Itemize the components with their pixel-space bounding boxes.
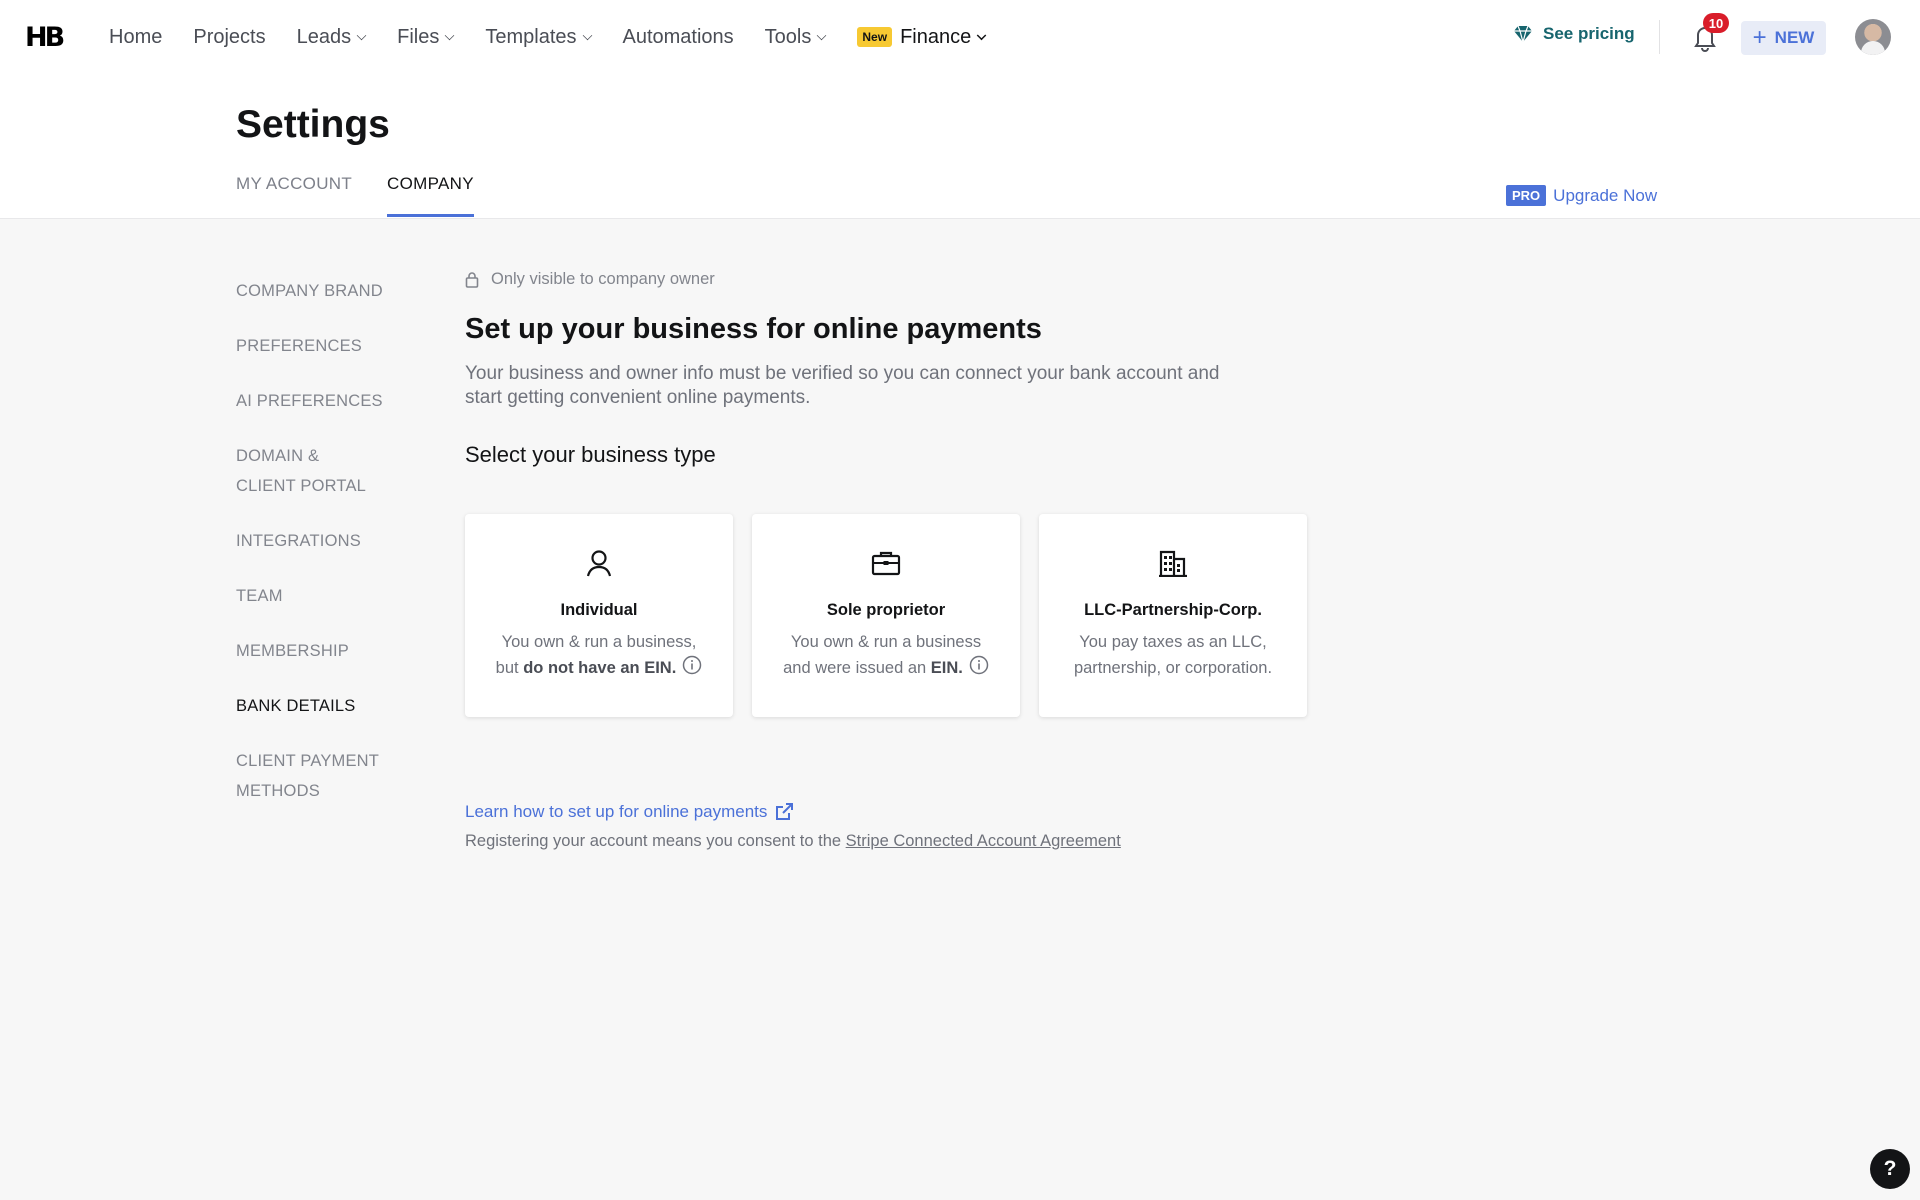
nav-templates[interactable]: Templates: [485, 26, 592, 49]
tab-company[interactable]: COMPANY: [387, 174, 474, 217]
sidebar-item-preferences[interactable]: PREFERENCES: [236, 331, 406, 361]
notification-count-badge: 10: [1703, 13, 1729, 33]
divider: [1659, 20, 1660, 54]
pro-badge: PRO: [1506, 185, 1547, 206]
upgrade-now-link[interactable]: PRO Upgrade Now: [1506, 185, 1657, 206]
sidebar-item-integrations[interactable]: INTEGRATIONS: [236, 526, 406, 556]
section-description: Your business and owner info must be ver…: [465, 363, 1220, 408]
diamond-icon: [1514, 25, 1532, 43]
sidebar-item-team[interactable]: TEAM: [236, 581, 406, 611]
business-type-options: Individual You own & run a business, but…: [465, 514, 1365, 717]
business-type-card-llc-partnership-corp[interactable]: LLC-Partnership-Corp. You pay taxes as a…: [1039, 514, 1307, 717]
section-heading: Set up your business for online payments: [465, 313, 1042, 345]
chevron-down-icon: [582, 30, 592, 40]
nav-leads[interactable]: Leads: [297, 26, 367, 49]
chevron-down-icon: [817, 30, 827, 40]
settings-header: Settings MY ACCOUNT COMPANY PRO Upgrade …: [0, 74, 1920, 219]
settings-sidebar: COMPANY BRAND PREFERENCES AI PREFERENCES…: [236, 276, 406, 831]
building-icon: [1158, 548, 1188, 578]
consent-text: Registering your account means you conse…: [465, 832, 1121, 850]
visibility-note: Only visible to company owner: [465, 270, 1365, 289]
person-icon: [584, 548, 614, 578]
new-button[interactable]: + NEW: [1741, 21, 1826, 55]
upgrade-label: Upgrade Now: [1553, 185, 1658, 205]
business-type-card-individual[interactable]: Individual You own & run a business, but…: [465, 514, 733, 717]
chevron-down-icon: [445, 30, 455, 40]
learn-online-payments-link[interactable]: Learn how to set up for online payments: [465, 802, 1365, 822]
nav-home[interactable]: Home: [109, 26, 162, 49]
info-icon[interactable]: [682, 655, 702, 683]
avatar[interactable]: [1855, 19, 1891, 55]
stripe-agreement-link[interactable]: Stripe Connected Account Agreement: [846, 832, 1121, 850]
sidebar-item-ai-preferences[interactable]: AI PREFERENCES: [236, 386, 406, 416]
sidebar-item-domain-client-portal[interactable]: DOMAIN & CLIENT PORTAL: [236, 441, 406, 501]
chevron-down-icon: [356, 30, 367, 40]
nav-projects[interactable]: Projects: [193, 26, 265, 49]
sidebar-item-membership[interactable]: MEMBERSHIP: [236, 636, 406, 666]
sidebar-item-bank-details[interactable]: BANK DETAILS: [236, 691, 406, 721]
tab-my-account[interactable]: MY ACCOUNT: [236, 174, 352, 217]
external-link-icon: [776, 803, 794, 820]
lock-icon: [465, 272, 479, 288]
see-pricing-link[interactable]: See pricing: [1513, 24, 1635, 44]
top-navbar: HB Home Projects Leads Files Templates A…: [0, 0, 1920, 74]
page-title: Settings: [236, 103, 390, 146]
bank-details-panel: Only visible to company owner Set up you…: [465, 270, 1365, 851]
honeybook-logo[interactable]: HB: [25, 22, 69, 53]
sidebar-item-company-brand[interactable]: COMPANY BRAND: [236, 276, 406, 306]
main-nav: Home Projects Leads Files Templates Auto…: [109, 0, 1017, 74]
nav-automations[interactable]: Automations: [623, 26, 734, 49]
sidebar-item-client-payment-methods[interactable]: CLIENT PAYMENT METHODS: [236, 746, 406, 806]
settings-tabs: MY ACCOUNT COMPANY: [236, 174, 509, 217]
info-icon[interactable]: [969, 655, 989, 683]
business-type-heading: Select your business type: [465, 442, 716, 467]
business-type-card-sole-proprietor[interactable]: Sole proprietor You own & run a business…: [752, 514, 1020, 717]
plus-icon: +: [1752, 24, 1767, 51]
help-button[interactable]: ?: [1870, 1149, 1910, 1189]
chevron-down-icon: [976, 30, 987, 40]
nav-files[interactable]: Files: [397, 26, 455, 49]
nav-tools[interactable]: Tools: [765, 26, 827, 49]
briefcase-icon: [871, 548, 901, 578]
nav-finance[interactable]: New Finance: [857, 26, 987, 49]
new-badge: New: [857, 27, 893, 47]
